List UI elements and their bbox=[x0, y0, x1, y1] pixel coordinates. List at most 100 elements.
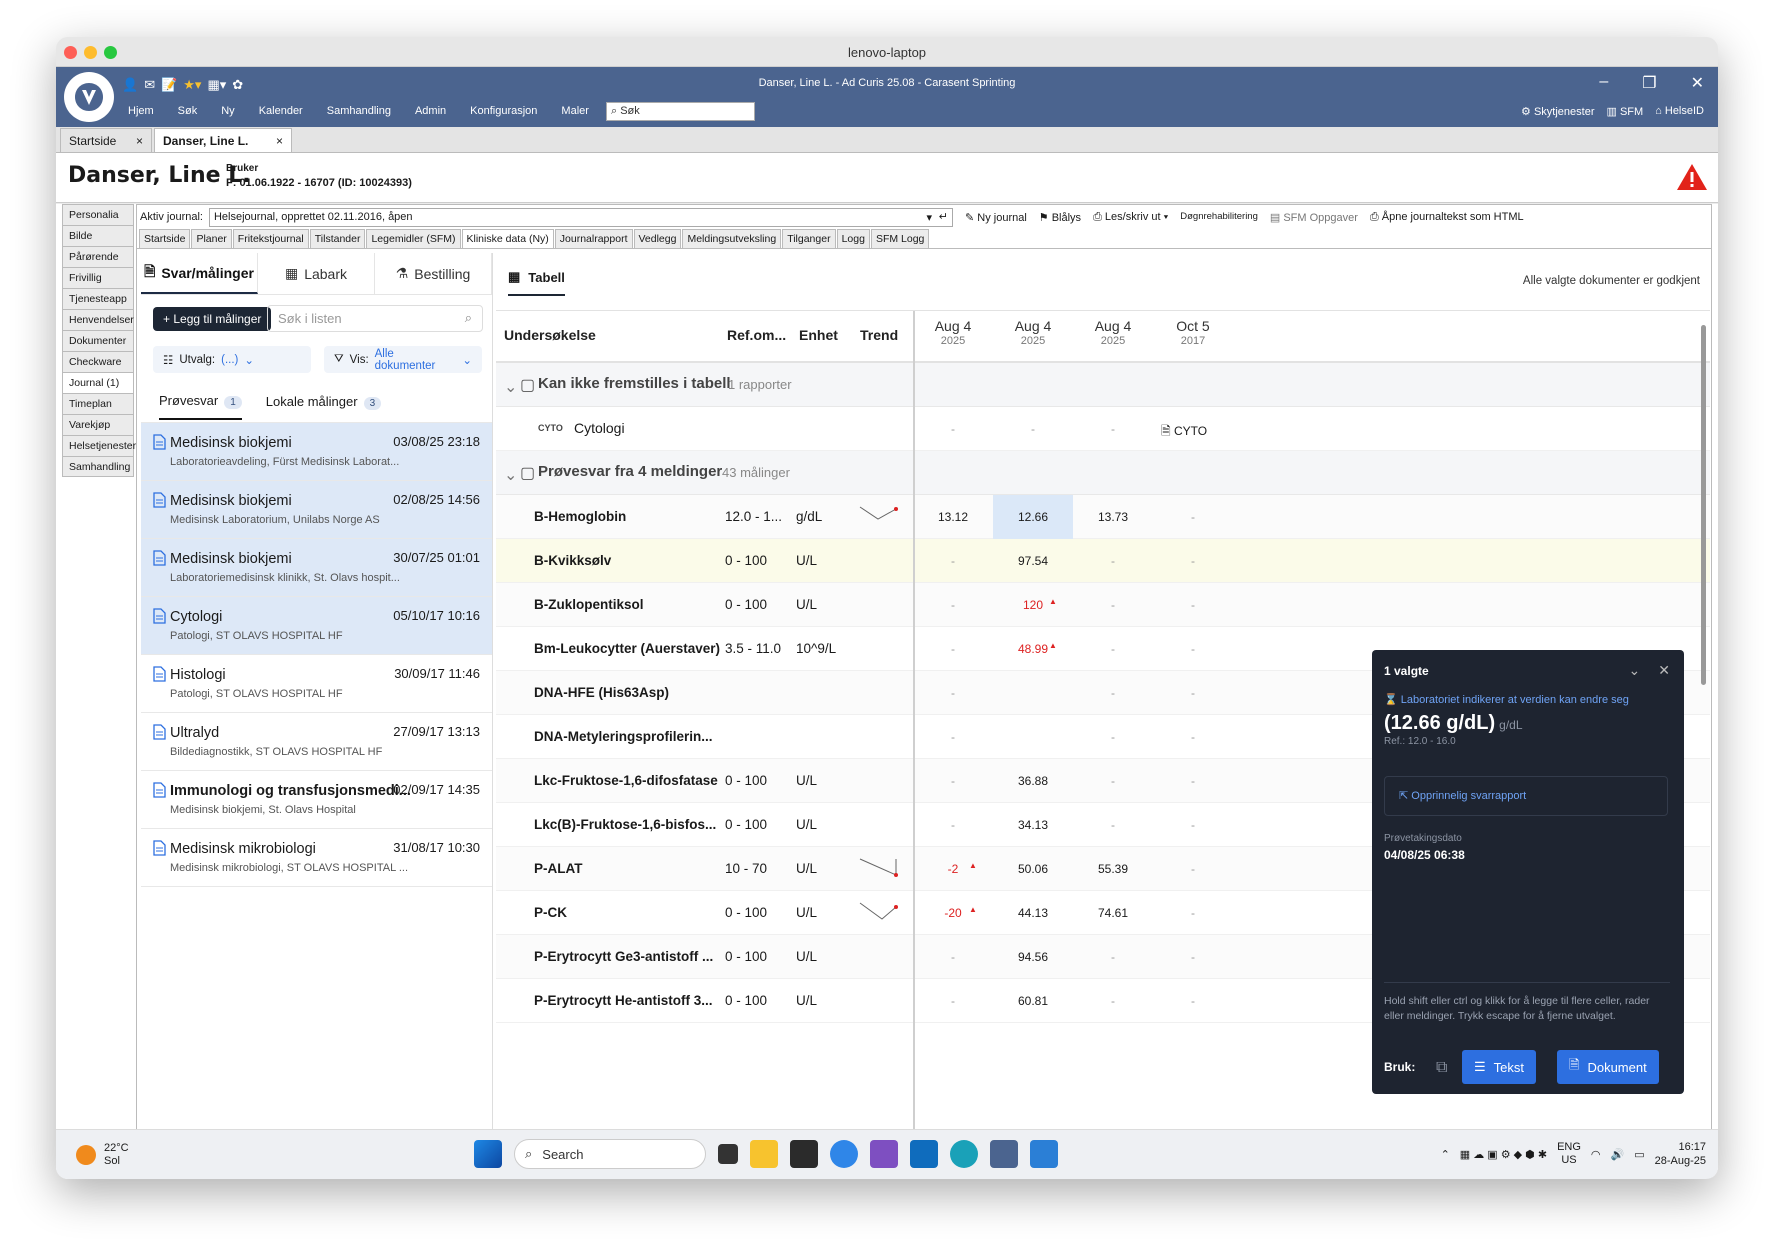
tray-apps-icon[interactable]: ▦ ☁ ▣ ⚙ ◆ ⬢ ✱ bbox=[1460, 1148, 1547, 1161]
cell-value[interactable]: 94.56 bbox=[993, 950, 1073, 964]
subtab-kliniske-data[interactable]: Kliniske data (Ny) bbox=[461, 229, 554, 248]
add-measurement-button[interactable]: + Legg til målinger bbox=[153, 307, 272, 331]
close-icon[interactable]: × bbox=[276, 134, 283, 148]
cell-value[interactable]: - bbox=[1153, 818, 1233, 832]
side-samhandling[interactable]: Samhandling bbox=[62, 456, 134, 477]
list-item[interactable]: Medisinsk mikrobiologi 31/08/17 10:30 Medi… bbox=[141, 829, 492, 887]
close-icon[interactable]: × bbox=[136, 134, 143, 148]
chevron-up-icon[interactable]: ⌃ bbox=[1441, 1148, 1450, 1161]
cell-value[interactable]: -2 bbox=[913, 862, 993, 876]
tab-labark[interactable]: ▦ Labark bbox=[258, 253, 375, 294]
close-icon[interactable]: ✕ bbox=[1658, 662, 1670, 679]
cell-value[interactable]: - bbox=[1073, 554, 1153, 568]
tab-startside[interactable]: Startside × bbox=[60, 128, 152, 152]
battery-icon[interactable]: ▭ bbox=[1634, 1148, 1644, 1161]
date-column-header[interactable]: Oct 5 2017 bbox=[1153, 319, 1233, 348]
journal-select[interactable]: Helsejournal, opprettet 02.11.2016, åpen… bbox=[208, 207, 953, 227]
cell-value[interactable]: - bbox=[993, 422, 1073, 436]
visual-studio-icon[interactable] bbox=[870, 1140, 898, 1168]
table-row[interactable]: B-Hemoglobin 12.0 - 1... g/dL 13.12 12.66 13.… bbox=[496, 495, 1710, 539]
language-indicator[interactable]: ENG US bbox=[1557, 1141, 1581, 1167]
cell-value[interactable]: - bbox=[1073, 642, 1153, 656]
cell-value[interactable]: - bbox=[1153, 686, 1233, 700]
side-checkware[interactable]: Checkware bbox=[62, 351, 134, 372]
cell-value[interactable]: 48.99 bbox=[993, 642, 1073, 656]
cell-value[interactable]: - bbox=[1153, 642, 1233, 656]
task-view-icon[interactable] bbox=[718, 1144, 738, 1164]
restore-icon[interactable]: ❐ bbox=[1642, 73, 1656, 93]
chevron-down-icon[interactable]: ⌄ bbox=[504, 377, 517, 397]
subtab-vedlegg[interactable]: Vedlegg bbox=[633, 229, 682, 248]
cell-value[interactable]: - bbox=[913, 686, 993, 700]
cell-value[interactable]: 34.13 bbox=[993, 818, 1073, 832]
cell-value[interactable]: - bbox=[1153, 774, 1233, 788]
cell-value[interactable]: 13.73 bbox=[1073, 510, 1153, 524]
ny-journal-button[interactable]: ✎ Ny journal bbox=[965, 211, 1027, 224]
utvalg-select[interactable]: ☷ Utvalg: (...) ⌄ bbox=[153, 346, 311, 373]
side-henvendelser[interactable]: Henvendelser bbox=[62, 309, 134, 330]
date-column-header[interactable]: Aug 4 2025 bbox=[1073, 319, 1153, 348]
list-item[interactable]: Ultralyd 27/09/17 13:13 Bildediagnostikk, … bbox=[141, 713, 492, 771]
subtab-legemidler[interactable]: Legemidler (SFM) bbox=[366, 229, 461, 248]
subtab-planer[interactable]: Planer bbox=[191, 229, 232, 248]
volume-icon[interactable]: 🔊 bbox=[1611, 1148, 1625, 1161]
cell-value[interactable]: - bbox=[1153, 598, 1233, 612]
cell-value[interactable]: - bbox=[1153, 950, 1233, 964]
menu-samhandling[interactable]: Samhandling bbox=[327, 105, 391, 117]
terminal-icon[interactable] bbox=[790, 1140, 818, 1168]
print-button[interactable]: ⎙ Les/skriv ut ▾ bbox=[1093, 211, 1168, 224]
menu-kalender[interactable]: Kalender bbox=[259, 105, 303, 117]
sfm-oppgaver-button[interactable]: ▤ SFM Oppgaver bbox=[1270, 211, 1358, 224]
vis-select[interactable]: ⛛ Vis: Alle dokumenter ⌄ bbox=[324, 346, 482, 373]
cell-value[interactable]: - bbox=[913, 994, 993, 1008]
group-row[interactable]: ⌄ ▢ Kan ikke fremstilles i tabell 1 rapport… bbox=[496, 363, 1710, 407]
edge-icon[interactable] bbox=[950, 1140, 978, 1168]
cell-value[interactable]: - bbox=[1073, 598, 1153, 612]
cell-value[interactable]: 50.06 bbox=[993, 862, 1073, 876]
list-item[interactable]: Cytologi 05/10/17 10:16 Patologi, ST OLAVS… bbox=[141, 597, 492, 655]
side-personalia[interactable]: Personalia bbox=[62, 204, 134, 225]
cell-value[interactable]: - bbox=[913, 818, 993, 832]
cell-value[interactable]: - bbox=[913, 554, 993, 568]
tab-provesvar[interactable]: Prøvesvar 1 bbox=[159, 383, 242, 420]
subtab-tilganger[interactable]: Tilganger bbox=[782, 229, 836, 248]
tab-tabell[interactable]: ▦ Tabell bbox=[508, 269, 565, 296]
side-frivillig[interactable]: Frivillig bbox=[62, 267, 134, 288]
subtab-logg[interactable]: Logg bbox=[836, 229, 870, 248]
chevron-down-icon[interactable]: ⌄ bbox=[1629, 662, 1641, 679]
cell-value[interactable]: - bbox=[1153, 862, 1233, 876]
date-column-header[interactable]: Aug 4 2025 bbox=[993, 319, 1073, 348]
cell-value[interactable]: 13.12 bbox=[913, 510, 993, 524]
cell-value[interactable]: - bbox=[1153, 510, 1233, 524]
chevron-down-icon[interactable]: ⌄ bbox=[504, 465, 517, 485]
chrome-icon[interactable] bbox=[830, 1140, 858, 1168]
original-report-link[interactable]: ⇱ Opprinnelig svarrapport bbox=[1384, 776, 1668, 816]
subtab-fritekstjournal[interactable]: Fritekstjournal bbox=[232, 229, 309, 248]
sfm-link[interactable]: ▥ SFM bbox=[1606, 105, 1643, 118]
side-tjenesteapp[interactable]: Tjenesteapp bbox=[62, 288, 134, 309]
copy-icon[interactable]: ⧉ bbox=[1436, 1059, 1447, 1077]
cell-value[interactable]: 97.54 bbox=[993, 554, 1073, 568]
cell-value[interactable]: - bbox=[913, 774, 993, 788]
list-item[interactable]: Medisinsk biokjemi 30/07/25 01:01 Laborato… bbox=[141, 539, 492, 597]
cell-value[interactable]: - bbox=[913, 642, 993, 656]
side-parorende[interactable]: Pårørende bbox=[62, 246, 134, 267]
cell-value[interactable]: - bbox=[1073, 950, 1153, 964]
cell-value[interactable]: - bbox=[1073, 730, 1153, 744]
side-bilde[interactable]: Bilde bbox=[62, 225, 134, 246]
scrollbar[interactable] bbox=[1701, 325, 1706, 685]
side-dokumenter[interactable]: Dokumenter bbox=[62, 330, 134, 351]
cell-value[interactable]: 74.61 bbox=[1073, 906, 1153, 920]
weather-widget[interactable]: 22°C Sol bbox=[76, 1142, 129, 1168]
wifi-icon[interactable]: ◠ bbox=[1591, 1148, 1601, 1161]
menu-admin[interactable]: Admin bbox=[415, 105, 446, 117]
use-document-button[interactable]: 🗎 Dokument bbox=[1557, 1050, 1659, 1084]
side-varekjop[interactable]: Varekjøp bbox=[62, 414, 134, 435]
subtab-startside[interactable]: Startside bbox=[139, 229, 191, 248]
adcuris-icon[interactable] bbox=[990, 1140, 1018, 1168]
cell-value[interactable]: - bbox=[1073, 818, 1153, 832]
helseid-link[interactable]: ⌂ HelseID bbox=[1655, 105, 1704, 118]
blalys-button[interactable]: ⚑ Blålys bbox=[1039, 211, 1081, 224]
table-row[interactable]: CYTO Cytologi - - - 🗎 CYTO bbox=[496, 407, 1710, 451]
file-explorer-icon[interactable] bbox=[750, 1140, 778, 1168]
